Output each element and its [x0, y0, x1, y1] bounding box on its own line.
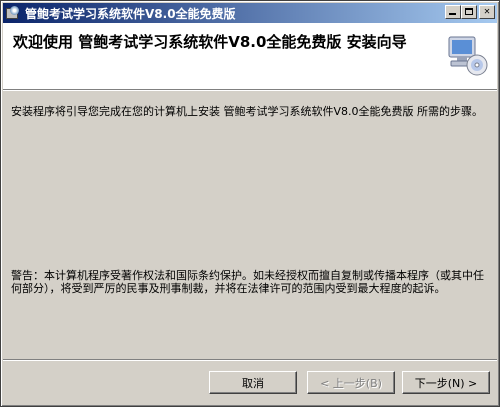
maximize-button[interactable] — [461, 5, 477, 19]
intro-text: 安装程序将引导您完成在您的计算机上安装 管鲍考试学习系统软件V8.0全能免费版 … — [11, 105, 484, 118]
installer-window: 管鲍考试学习系统软件V8.0全能免费版 ✕ 欢迎使用 管鲍考试学习系统软件V8.… — [0, 0, 500, 407]
computer-cd-icon — [448, 36, 488, 76]
header-divider — [3, 90, 497, 91]
maximize-icon — [465, 8, 473, 15]
cancel-button[interactable]: 取消 — [209, 371, 297, 394]
button-divider — [3, 359, 497, 361]
window-controls: ✕ — [445, 5, 495, 19]
close-button[interactable]: ✕ — [479, 5, 495, 19]
wizard-body: 安装程序将引导您完成在您的计算机上安装 管鲍考试学习系统软件V8.0全能免费版 … — [11, 105, 489, 118]
minimize-icon — [449, 13, 456, 15]
window-title: 管鲍考试学习系统软件V8.0全能免费版 — [25, 6, 236, 21]
minimize-button[interactable] — [445, 5, 461, 19]
installer-icon — [5, 5, 21, 21]
header-title: 欢迎使用 管鲍考试学习系统软件V8.0全能免费版 安装向导 — [13, 33, 407, 51]
wizard-header: 欢迎使用 管鲍考试学习系统软件V8.0全能免费版 安装向导 — [3, 23, 497, 90]
title-bar[interactable]: 管鲍考试学习系统软件V8.0全能免费版 ✕ — [3, 3, 497, 23]
close-icon: ✕ — [483, 6, 491, 17]
next-button[interactable]: 下一步(N) > — [402, 371, 490, 394]
back-button[interactable]: < 上一步(B) — [307, 371, 395, 394]
copyright-warning: 警告：本计算机程序受著作权法和国际条约保护。如未经授权而擅自复制或传播本程序（或… — [11, 269, 484, 295]
